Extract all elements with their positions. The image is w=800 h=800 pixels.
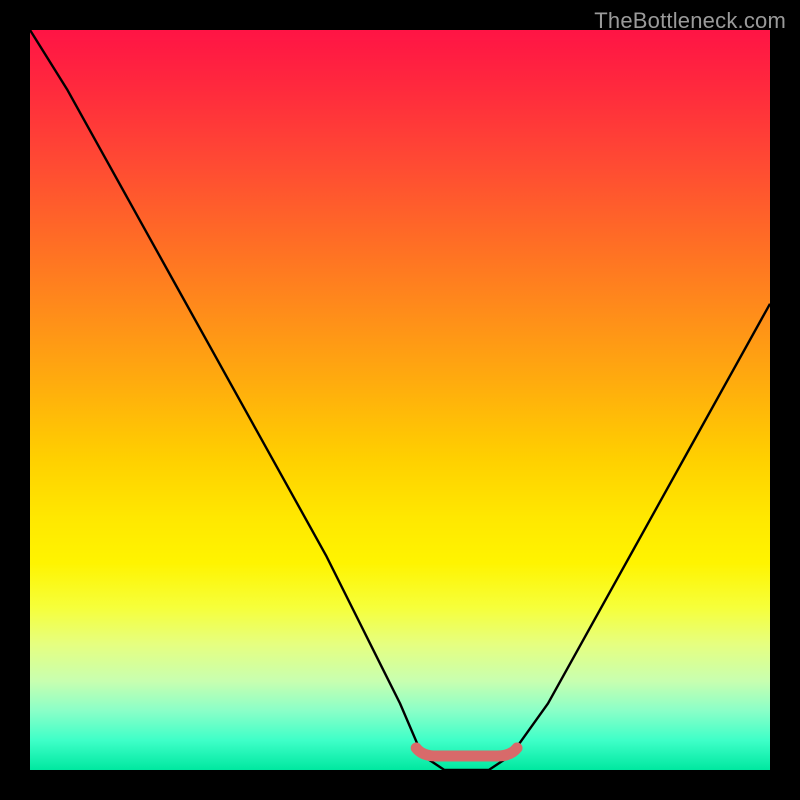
plot-area (30, 30, 770, 770)
watermark-text: TheBottleneck.com (594, 8, 786, 34)
flat-zone-highlight (416, 748, 517, 756)
chart-frame: TheBottleneck.com (0, 0, 800, 800)
curve-layer (30, 30, 770, 770)
bottleneck-curve (30, 30, 770, 770)
